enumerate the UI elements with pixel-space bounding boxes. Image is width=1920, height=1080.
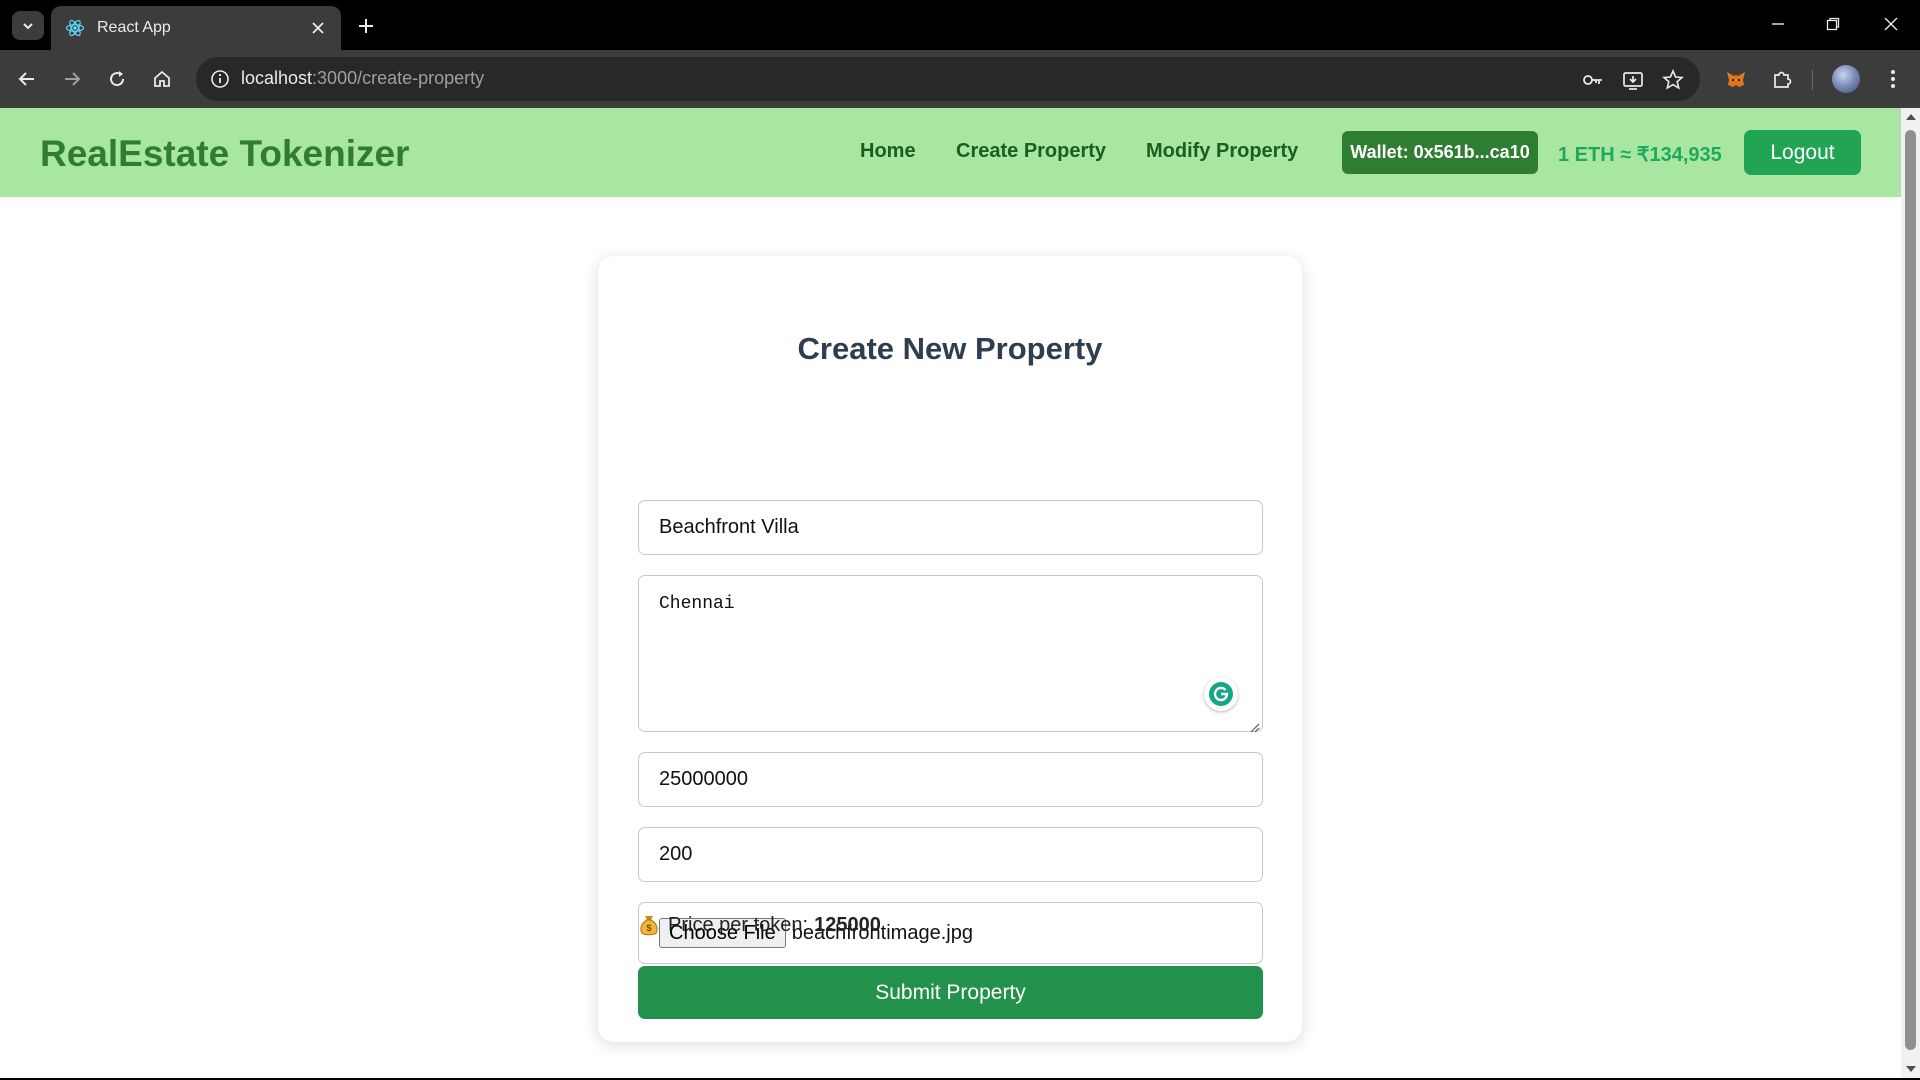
key-icon[interactable] [1580,67,1606,93]
property-price-value: 25000000 [659,768,748,790]
wallet-badge: Wallet: 0x561b...ca10 [1342,131,1538,174]
browser-menu-icon[interactable] [1877,63,1909,95]
create-property-card: Create New Property Beachfront Villa Che… [598,256,1302,1042]
close-tab-icon[interactable] [307,17,329,39]
install-app-icon[interactable] [1620,67,1646,93]
property-name-input[interactable]: Beachfront Villa [638,500,1263,555]
url-text[interactable]: localhost:3000/create-property [241,68,484,89]
site-info-icon[interactable] [208,67,232,91]
back-icon[interactable] [11,63,43,95]
forward-icon[interactable] [56,63,88,95]
nav-link-create-property[interactable]: Create Property [956,140,1106,163]
page-viewport: RealEstate Tokenizer Home Create Propert… [0,108,1901,1078]
price-per-token-label: Price per token: [668,913,809,936]
new-tab-icon[interactable] [352,12,380,40]
scroll-up-icon[interactable] [1906,114,1916,120]
close-window-icon[interactable] [1869,8,1913,40]
browser-tabstrip: React App [0,0,1920,50]
tab-search-button[interactable] [12,11,44,40]
profile-avatar[interactable] [1832,65,1860,93]
url-path: :3000/create-property [312,68,485,88]
logout-button[interactable]: Logout [1744,130,1861,175]
property-tokens-value: 200 [659,843,693,865]
extensions-puzzle-icon[interactable] [1766,63,1798,95]
submit-property-button[interactable]: Submit Property [638,966,1263,1019]
eth-rate-text: 1 ETH ≈ ₹134,935 [1558,144,1722,166]
svg-text:$: $ [646,923,651,933]
grammarly-icon[interactable] [1204,677,1238,711]
money-bag-icon: $ [640,916,658,936]
price-per-token-value: 125000 [814,913,881,936]
resize-handle-icon[interactable] [1250,719,1260,733]
scroll-down-icon[interactable] [1906,1066,1916,1072]
address-bar[interactable]: localhost:3000/create-property [196,57,1700,101]
browser-tab-active[interactable]: React App [51,6,341,50]
property-name-value: Beachfront Villa [659,516,799,538]
chevron-down-icon [23,22,33,29]
form-title: Create New Property [797,331,1103,366]
restore-icon[interactable] [1811,8,1855,40]
react-icon [65,18,85,38]
nav-link-home[interactable]: Home [860,140,916,163]
app-navbar: RealEstate Tokenizer Home Create Propert… [0,108,1901,197]
reload-icon[interactable] [101,63,133,95]
browser-toolbar: localhost:3000/create-property [0,50,1920,108]
minimize-icon[interactable] [1756,8,1800,40]
home-icon[interactable] [146,63,178,95]
price-per-token-line: $ Price per token: 125000 [638,913,881,937]
tab-title: React App [97,19,171,36]
brand-logo-text[interactable]: RealEstate Tokenizer [40,133,409,175]
scrollbar-thumb[interactable] [1905,130,1916,1050]
property-tokens-input[interactable]: 200 [638,827,1263,882]
property-price-input[interactable]: 25000000 [638,752,1263,807]
page-scrollbar[interactable] [1901,108,1920,1078]
url-host: localhost [241,68,313,88]
property-location-textarea[interactable]: Chennai [638,575,1263,733]
bookmark-star-icon[interactable] [1660,67,1686,93]
property-location-value: Chennai [659,594,735,614]
metamask-extension-icon[interactable] [1720,63,1752,95]
nav-link-modify-property[interactable]: Modify Property [1146,140,1298,163]
toolbar-separator [1812,70,1813,90]
